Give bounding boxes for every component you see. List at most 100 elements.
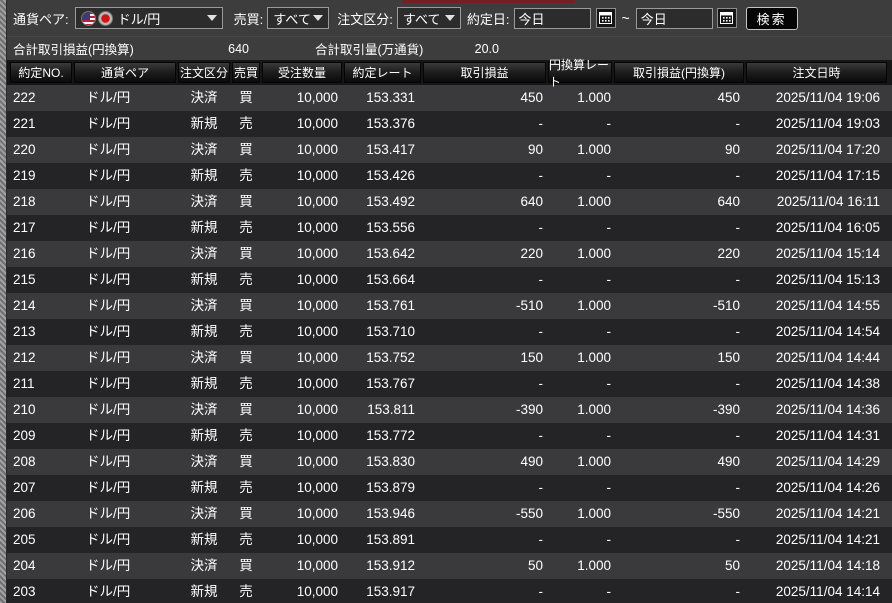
table-row[interactable]: 217 ドル/円 新規 売 10,000 153.556 - - - 2025/11/04 16:…	[7, 215, 892, 241]
table-cell: -	[735, 116, 741, 131]
table-cell: -	[538, 324, 544, 339]
table-cell: -510	[712, 298, 740, 313]
table-cell: 2025/11/04 14:26	[775, 480, 880, 495]
table-row[interactable]: 213 ドル/円 新規 売 10,000 153.710 - - - 2025/11/04 14:…	[7, 319, 892, 345]
table-cell: 10,000	[296, 246, 338, 261]
table-row[interactable]: 208 ドル/円 決済 買 10,000 153.830 490 1.000 490 2025/1…	[7, 449, 892, 475]
table-cell: 新規	[190, 376, 218, 391]
currency-pair-select[interactable]: ドル/円	[74, 7, 223, 29]
table-cell: 10,000	[296, 558, 338, 573]
side-select[interactable]: すべて	[267, 7, 330, 29]
date-to-calendar-button[interactable]	[716, 8, 737, 28]
table-cell: 218	[13, 194, 36, 209]
table-cell: 153.492	[366, 194, 415, 209]
table-cell: 2025/11/04 14:21	[775, 532, 880, 547]
table-cell: 2025/11/04 19:03	[775, 116, 880, 131]
table-row[interactable]: 215 ドル/円 新規 売 10,000 153.664 - - - 2025/11/04 15:…	[7, 267, 892, 293]
table-cell: 10,000	[296, 428, 338, 443]
table-cell: 10,000	[296, 532, 338, 547]
table-cell: 207	[13, 480, 36, 495]
table-row[interactable]: 218 ドル/円 決済 買 10,000 153.492 640 1.000 640 2025/1…	[7, 189, 892, 215]
table-row[interactable]: 205 ドル/円 新規 売 10,000 153.891 - - - 2025/11/04 14:…	[7, 527, 892, 553]
order-type-value: すべて	[402, 11, 441, 27]
table-cell: 1.000	[577, 246, 611, 261]
table-row[interactable]: 207 ドル/円 新規 売 10,000 153.879 - - - 2025/11/04 14:…	[7, 475, 892, 501]
table-cell: 新規	[190, 428, 218, 443]
table-cell: 決済	[190, 506, 218, 521]
table-row[interactable]: 203 ドル/円 新規 売 10,000 153.917 - - - 2025/11/04 14:…	[7, 579, 892, 603]
table-row[interactable]: 222 ドル/円 決済 買 10,000 153.331 450 1.000 450 2025/1…	[7, 85, 892, 111]
table-cell: ドル/円	[86, 220, 131, 235]
window-resize-edge[interactable]	[0, 0, 7, 603]
order-type-select[interactable]: すべて	[396, 7, 461, 29]
table-cell: 50	[527, 558, 543, 573]
table-cell: 153.879	[366, 480, 415, 495]
column-header[interactable]: 受注数量	[262, 62, 342, 83]
column-header[interactable]: 取引損益(円換算)	[614, 62, 744, 83]
table-cell: -510	[515, 298, 543, 313]
table-cell: 10,000	[296, 194, 338, 209]
table-cell: -390	[712, 402, 740, 417]
column-header[interactable]: 約定レート	[344, 62, 421, 83]
table-cell: 買	[239, 246, 253, 261]
table-cell: -	[606, 168, 612, 183]
table-row[interactable]: 212 ドル/円 決済 買 10,000 153.752 150 1.000 150 2025/1…	[7, 345, 892, 371]
table-cell: 490	[717, 454, 740, 469]
column-header[interactable]: 円換算レート	[548, 58, 612, 89]
column-header[interactable]: 約定NO.	[10, 62, 72, 83]
table-cell: 10,000	[296, 116, 338, 131]
table-row[interactable]: 214 ドル/円 決済 買 10,000 153.761 -510 1.000 -510 2025…	[7, 293, 892, 319]
table-row[interactable]: 220 ドル/円 決済 買 10,000 153.417 90 1.000 90 2025/11/…	[7, 137, 892, 163]
table-cell: ドル/円	[86, 402, 131, 417]
table-cell: 10,000	[296, 142, 338, 157]
table-cell: 売	[239, 272, 253, 287]
table-cell: ドル/円	[86, 480, 131, 495]
table-row[interactable]: 221 ドル/円 新規 売 10,000 153.376 - - - 2025/11/04 19:…	[7, 111, 892, 137]
table-cell: 買	[239, 90, 253, 105]
table-cell: 売	[239, 324, 253, 339]
table-cell: 640	[717, 194, 740, 209]
table-cell: 153.772	[366, 428, 415, 443]
date-from-calendar-button[interactable]	[595, 8, 616, 28]
table-row[interactable]: 219 ドル/円 新規 売 10,000 153.426 - - - 2025/11/04 17:…	[7, 163, 892, 189]
table-cell: 1.000	[577, 90, 611, 105]
table-cell: 2025/11/04 14:29	[775, 454, 880, 469]
search-button[interactable]: 検索	[745, 6, 798, 30]
column-header[interactable]: 取引損益	[423, 62, 546, 83]
table-row[interactable]: 210 ドル/円 決済 買 10,000 153.811 -390 1.000 -390 2025…	[7, 397, 892, 423]
table-cell: ドル/円	[86, 90, 131, 105]
table-cell: -	[735, 272, 741, 287]
column-header[interactable]: 売買	[232, 62, 260, 83]
table-cell: 2025/11/04 19:06	[775, 90, 880, 105]
column-header[interactable]: 注文区分	[178, 62, 230, 83]
table-body: 222 ドル/円 決済買 10,000 153.331 450 1.000 450 2025/1…	[7, 85, 892, 603]
table-cell: 153.891	[366, 532, 415, 547]
table-cell: 450	[717, 90, 740, 105]
table-cell: 決済	[190, 90, 218, 105]
table-cell: 220	[717, 246, 740, 261]
table-cell: 50	[724, 558, 740, 573]
table-cell: 10,000	[296, 90, 338, 105]
date-from-input[interactable]: 今日	[513, 7, 591, 29]
table-cell: -	[538, 584, 544, 599]
table-row[interactable]: 209 ドル/円 新規 売 10,000 153.772 - - - 2025/11/04 14:…	[7, 423, 892, 449]
table-cell: 買	[239, 558, 253, 573]
table-cell: 640	[520, 194, 543, 209]
table-cell: 2025/11/04 14:36	[775, 402, 880, 417]
table-cell: 217	[13, 220, 36, 235]
date-to-input[interactable]: 今日	[635, 7, 713, 29]
table-row[interactable]: 211 ドル/円 新規 売 10,000 153.767 - - - 2025/11/04 14:…	[7, 371, 892, 397]
table-cell: 153.710	[366, 324, 415, 339]
table-cell: -	[735, 584, 741, 599]
table-cell: 10,000	[296, 220, 338, 235]
table-row[interactable]: 216 ドル/円 決済 買 10,000 153.642 220 1.000 220 2025/1…	[7, 241, 892, 267]
table-cell: 10,000	[296, 350, 338, 365]
table-cell: -	[538, 168, 544, 183]
column-header[interactable]: 注文日時	[746, 62, 887, 83]
table-row[interactable]: 206 ドル/円 決済 買 10,000 153.946 -550 1.000 -550 2025…	[7, 501, 892, 527]
table-cell: 2025/11/04 14:21	[775, 506, 880, 521]
column-header[interactable]: 通貨ペア	[74, 62, 176, 83]
table-cell: ドル/円	[86, 272, 131, 287]
table-row[interactable]: 204 ドル/円 決済 買 10,000 153.912 50 1.000 50 2025/11/…	[7, 553, 892, 579]
table-cell: 220	[13, 142, 36, 157]
